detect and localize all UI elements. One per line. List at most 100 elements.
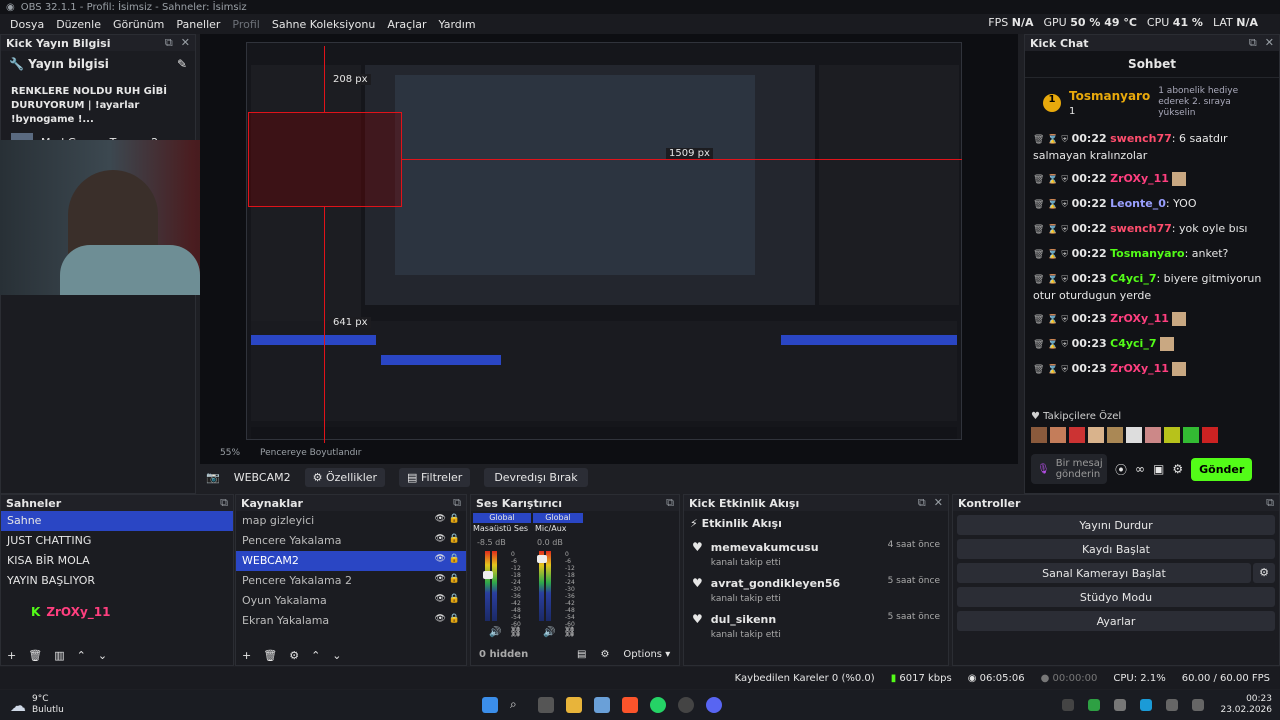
- chat-user[interactable]: C4yci_7: [1110, 337, 1156, 350]
- options-button[interactable]: Options ▾: [623, 649, 670, 660]
- visibility-lock-icons[interactable]: 👁 🔒: [435, 614, 461, 628]
- source-item[interactable]: Oyun Yakalama 👁 🔒: [236, 591, 466, 611]
- chat-user[interactable]: C4yci_7: [1110, 272, 1156, 285]
- settings-icon[interactable]: ⚙: [1172, 462, 1183, 476]
- mod-icons[interactable]: 🗑 ⌛ ⛨: [1033, 175, 1068, 185]
- float-icon[interactable]: ⧉: [165, 36, 173, 50]
- down-icon[interactable]: ⌄: [98, 649, 107, 662]
- ch2-fader[interactable]: [537, 555, 547, 563]
- file-explorer-icon[interactable]: [566, 697, 582, 713]
- speaker-icon[interactable]: 🔊: [543, 627, 555, 638]
- menu-araclar[interactable]: Araçlar: [381, 18, 432, 31]
- send-button[interactable]: Gönder: [1191, 457, 1253, 481]
- studio-mode-button[interactable]: Stüdyo Modu: [957, 587, 1275, 607]
- discord-icon[interactable]: [706, 697, 722, 713]
- start-icon[interactable]: [482, 697, 498, 713]
- chat-user[interactable]: Leonte_0: [1110, 197, 1166, 210]
- gear-icon[interactable]: ⚙: [289, 649, 299, 662]
- emote-icon[interactable]: [1164, 427, 1180, 443]
- virtual-cam-button[interactable]: Sanal Kamerayı Başlat: [957, 563, 1251, 583]
- visibility-lock-icons[interactable]: 👁 🔒: [435, 534, 461, 548]
- ch1-name[interactable]: Masaüstü Ses: [473, 524, 528, 533]
- start-record-button[interactable]: Kaydı Başlat: [957, 539, 1275, 559]
- emoji-icon[interactable]: ⦿: [1115, 461, 1127, 478]
- emote-icon[interactable]: [1107, 427, 1123, 443]
- mod-icons[interactable]: 🗑 ⌛ ⛨: [1033, 340, 1068, 350]
- scene-item[interactable]: JUST CHATTING: [1, 531, 233, 551]
- chat-user[interactable]: ZrOXy_11: [1110, 362, 1169, 375]
- close-icon[interactable]: ✕: [181, 36, 190, 50]
- config-icon[interactable]: ▥: [54, 649, 64, 662]
- clock[interactable]: 00:23 23.02.2026: [1212, 694, 1280, 716]
- obs-icon[interactable]: [678, 697, 694, 713]
- float-icon[interactable]: ⧉: [666, 496, 674, 510]
- weather-widget[interactable]: ☁ 9°C Bulutlu: [0, 694, 420, 716]
- hidden-count[interactable]: 0 hidden: [479, 649, 528, 660]
- up-icon[interactable]: ⌃: [311, 649, 320, 662]
- virtual-cam-settings-icon[interactable]: ⚙: [1253, 563, 1275, 583]
- emote-icon[interactable]: [1145, 427, 1161, 443]
- ch1-fader[interactable]: [483, 571, 493, 579]
- scene-item[interactable]: KISA BİR MOLA: [1, 551, 233, 571]
- visibility-lock-icons[interactable]: 👁 🔒: [435, 554, 461, 568]
- mod-icons[interactable]: 🗑 ⌛ ⛨: [1033, 135, 1068, 145]
- settings-button[interactable]: Ayarlar: [957, 611, 1275, 631]
- float-icon[interactable]: ⧉: [918, 496, 926, 510]
- menu-duzenle[interactable]: Düzenle: [50, 18, 107, 31]
- chat-user[interactable]: Tosmanyaro: [1110, 247, 1184, 260]
- chat-user[interactable]: swench77: [1110, 132, 1172, 145]
- source-item[interactable]: Ekran Yakalama 👁 🔒: [236, 611, 466, 631]
- brave-icon[interactable]: [622, 697, 638, 713]
- selected-source-box[interactable]: [248, 112, 402, 207]
- mod-icons[interactable]: 🗑 ⌛ ⛨: [1033, 275, 1068, 285]
- filters-button[interactable]: ▤ Filtreler: [399, 467, 471, 487]
- visibility-lock-icons[interactable]: 👁 🔒: [435, 574, 461, 588]
- deactivate-button[interactable]: Devredışı Bırak: [484, 467, 588, 487]
- trash-icon[interactable]: 🗑: [263, 649, 277, 662]
- menu-dosya[interactable]: Dosya: [4, 18, 50, 31]
- emote-icon[interactable]: [1183, 427, 1199, 443]
- settings-icon[interactable]: ⚙: [600, 649, 609, 660]
- mod-icons[interactable]: 🗑 ⌛ ⛨: [1033, 315, 1068, 325]
- task-view-icon[interactable]: [538, 697, 554, 713]
- layout-icon[interactable]: ▤: [577, 649, 586, 660]
- mod-icons[interactable]: 🗑 ⌛ ⛨: [1033, 200, 1068, 210]
- trash-icon[interactable]: 🗑: [28, 649, 42, 662]
- menu-sahne-koleksiyonu[interactable]: Sahne Koleksiyonu: [266, 18, 382, 31]
- menu-profil[interactable]: Profil: [226, 18, 265, 31]
- speaker-icon[interactable]: 🔊: [489, 627, 501, 638]
- zoom-level[interactable]: 55%: [220, 448, 240, 458]
- gift-icon[interactable]: ▣: [1153, 462, 1164, 476]
- menu-paneller[interactable]: Paneller: [170, 18, 226, 31]
- mic-icon[interactable]: 🎙: [1037, 464, 1050, 475]
- infinity-icon[interactable]: ∞: [1135, 462, 1145, 476]
- tray-icon[interactable]: [1114, 699, 1127, 711]
- visibility-lock-icons[interactable]: 👁 🔒: [435, 594, 461, 608]
- ch2-name[interactable]: Mic/Aux: [535, 524, 567, 533]
- emote-icon[interactable]: [1050, 427, 1066, 443]
- lock-icon[interactable]: ⛓: [563, 627, 576, 638]
- fit-label[interactable]: Pencereye Boyutlandır: [260, 448, 361, 458]
- source-item[interactable]: WEBCAM2 👁 🔒: [236, 551, 466, 571]
- store-icon[interactable]: [594, 697, 610, 713]
- down-icon[interactable]: ⌄: [332, 649, 341, 662]
- close-icon[interactable]: ✕: [1265, 36, 1274, 50]
- chat-user[interactable]: ZrOXy_11: [1110, 312, 1169, 325]
- search-icon[interactable]: ⌕: [510, 697, 526, 713]
- chat-user[interactable]: swench77: [1110, 222, 1172, 235]
- wifi-icon[interactable]: [1166, 699, 1179, 711]
- stop-stream-button[interactable]: Yayını Durdur: [957, 515, 1275, 535]
- tray-icon[interactable]: [1062, 699, 1075, 711]
- xbox-icon[interactable]: [1088, 699, 1101, 711]
- mod-icons[interactable]: 🗑 ⌛ ⛨: [1033, 250, 1068, 260]
- emote-icon[interactable]: [1088, 427, 1104, 443]
- float-icon[interactable]: ⧉: [1249, 36, 1257, 50]
- emote-icon[interactable]: [1126, 427, 1142, 443]
- source-item[interactable]: Pencere Yakalama 👁 🔒: [236, 531, 466, 551]
- chat-user[interactable]: ZrOXy_11: [1110, 172, 1169, 185]
- whatsapp-icon[interactable]: [650, 697, 666, 713]
- float-icon[interactable]: ⧉: [1266, 496, 1274, 510]
- emote-icon[interactable]: [1031, 427, 1047, 443]
- chat-input[interactable]: 🎙 Bir mesaj gönderin: [1031, 454, 1107, 484]
- menu-yardim[interactable]: Yardım: [433, 18, 482, 31]
